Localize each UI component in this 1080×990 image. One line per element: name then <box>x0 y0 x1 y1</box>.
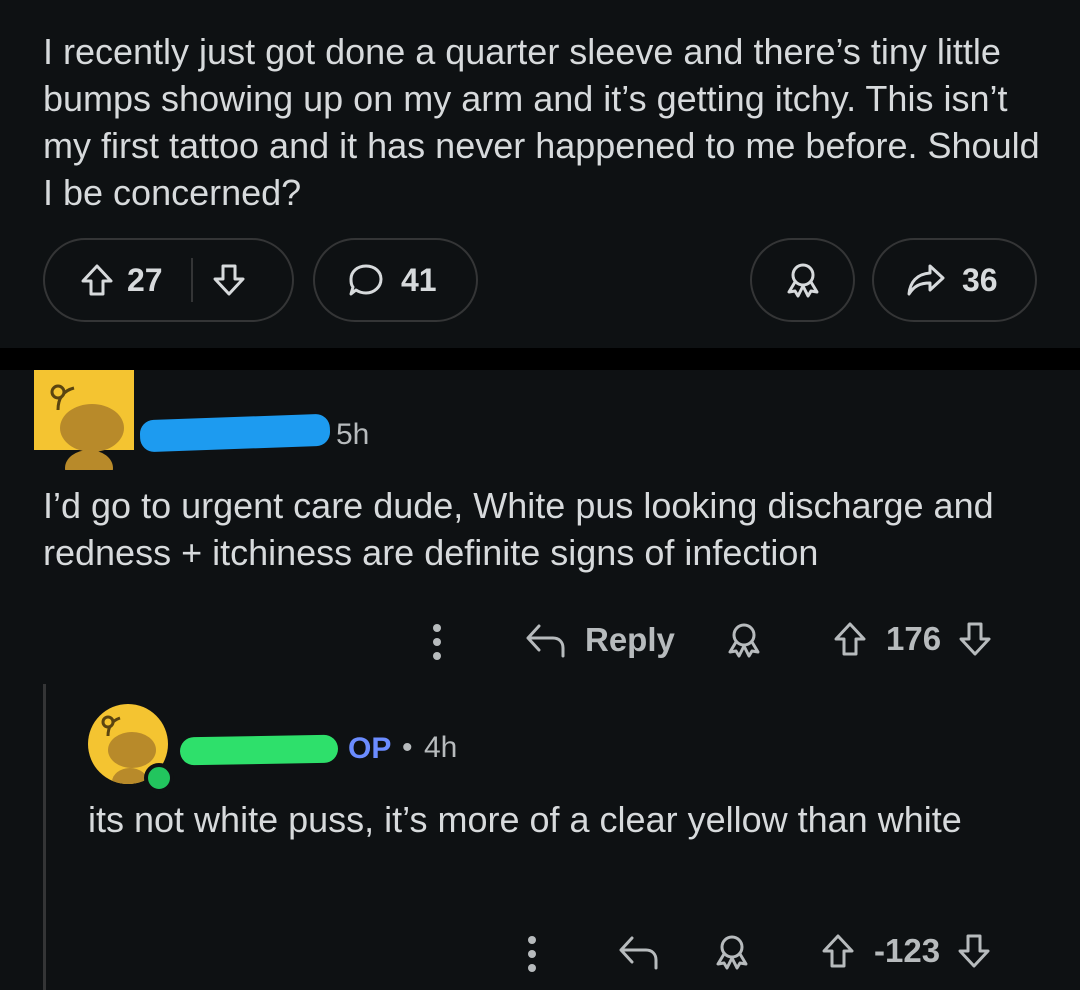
downvote-icon[interactable] <box>957 620 993 658</box>
comment-vote: 176 <box>832 620 993 658</box>
comment-vote: -123 <box>820 932 992 970</box>
award-icon <box>724 620 764 660</box>
comment-text: I’d go to urgent care dude, White pus lo… <box>43 485 994 573</box>
more-icon[interactable] <box>433 624 441 666</box>
post-body: I recently just got done a quarter sleev… <box>43 31 1040 213</box>
post-upvote-count: 27 <box>127 261 163 298</box>
more-icon[interactable] <box>528 936 536 978</box>
award-icon <box>783 260 823 300</box>
avatar[interactable] <box>34 370 134 470</box>
award-button[interactable] <box>712 932 752 972</box>
share-icon <box>906 262 946 298</box>
comment-timestamp: 4h <box>424 731 458 764</box>
post-award-button[interactable] <box>750 238 855 322</box>
username[interactable] <box>139 413 331 453</box>
upvote-icon[interactable] <box>79 262 115 298</box>
section-divider <box>0 348 1080 370</box>
award-button[interactable] <box>724 620 764 660</box>
reply-icon <box>525 620 567 660</box>
username[interactable] <box>179 734 339 766</box>
vote-divider <box>190 258 193 302</box>
downvote-icon[interactable] <box>956 932 992 970</box>
meta-separator: • <box>402 731 413 764</box>
post-share-button[interactable]: 36 <box>872 238 1037 322</box>
online-status-icon <box>144 763 174 793</box>
comment-icon <box>347 261 385 299</box>
upvote-icon[interactable] <box>820 932 856 970</box>
post-share-count: 36 <box>962 261 998 298</box>
op-badge: OP <box>348 732 392 765</box>
post-vote-pill: 27 <box>43 238 294 322</box>
comment-timestamp: 5h <box>336 418 370 451</box>
post-comment-count: 41 <box>401 261 437 298</box>
comment-score: 176 <box>886 620 942 657</box>
thread-line[interactable] <box>43 684 46 990</box>
reply-icon <box>618 932 660 972</box>
upvote-icon[interactable] <box>832 620 868 658</box>
comment-score: -123 <box>874 932 941 969</box>
award-icon <box>712 932 752 972</box>
downvote-icon[interactable] <box>211 262 247 298</box>
reply-button[interactable] <box>618 932 660 972</box>
comment-text: its not white puss, it’s more of a clear… <box>88 799 962 840</box>
post-comments-button[interactable]: 41 <box>313 238 478 322</box>
reply-label: Reply <box>585 621 675 658</box>
reply-button[interactable]: Reply <box>525 620 675 660</box>
